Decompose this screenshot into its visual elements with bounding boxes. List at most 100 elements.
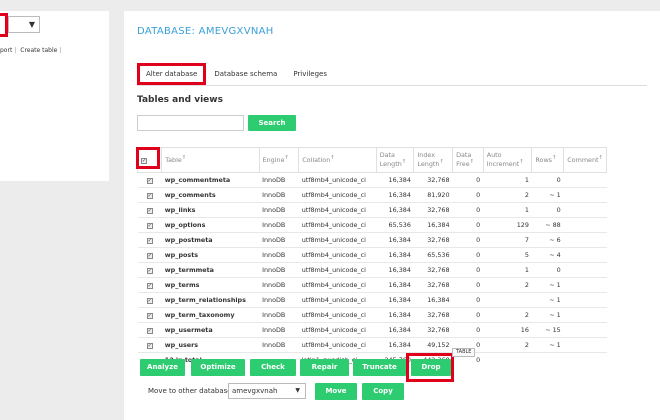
search-input[interactable] [137, 115, 244, 131]
table-row: ✓ wp_usermeta InnoDB utf8mb4_unicode_ci 16,3… [137, 322, 607, 338]
table-name-link[interactable]: wp_posts [161, 247, 260, 263]
optimize-button[interactable]: Optimize [191, 359, 245, 376]
row-checkbox[interactable]: ✓ [146, 283, 153, 289]
cell-data: 16,384 [376, 262, 414, 278]
table-name-link[interactable]: wp_postmeta [161, 232, 260, 248]
row-checkbox-cell[interactable]: ✓ [137, 232, 162, 248]
cell-comment [563, 337, 607, 353]
row-checkbox[interactable]: ✓ [146, 313, 153, 319]
cell-collation: utf8mb4_unicode_ci [298, 232, 377, 248]
cell-rows: ~ 4 [531, 247, 564, 263]
cell-free: 0 [452, 292, 484, 308]
col-header-rows[interactable]: Rows↑ [531, 147, 565, 173]
col-header-index-length[interactable]: Index Length↑ [413, 147, 454, 173]
row-checkbox[interactable]: ✓ [146, 328, 153, 334]
col-header-table[interactable]: Table↑ [161, 147, 260, 173]
row-checkbox[interactable]: ✓ [146, 268, 153, 274]
cell-engine: InnoDB [259, 247, 299, 263]
row-checkbox[interactable]: ✓ [146, 298, 153, 304]
table-name-link[interactable]: wp_options [161, 217, 260, 233]
table-row: ✓ wp_options InnoDB utf8mb4_unicode_ci 65,53… [137, 217, 607, 233]
cell-collation: utf8mb4_unicode_ci [298, 217, 377, 233]
chevron-down-icon: ▼ [295, 387, 300, 394]
table-row: ✓ wp_links InnoDB utf8mb4_unicode_ci 16,384 3… [137, 202, 607, 218]
left-database-select[interactable]: ▼ [8, 16, 40, 33]
row-checkbox-cell[interactable]: ✓ [137, 187, 162, 203]
cell-free: 0 [452, 277, 484, 293]
cell-auto: 129 [483, 217, 532, 233]
cell-data: 16,384 [376, 247, 414, 263]
cell-rows: ~ 1 [531, 337, 564, 353]
cell-engine: InnoDB [259, 217, 299, 233]
table-name-link[interactable]: wp_users [161, 337, 260, 353]
row-checkbox-cell[interactable]: ✓ [137, 277, 162, 293]
row-checkbox-cell[interactable]: ✓ [137, 172, 162, 188]
col-header-collation[interactable]: Collation↑ [298, 147, 377, 173]
import-link[interactable]: port [0, 47, 12, 54]
cell-collation: utf8mb4_unicode_ci [298, 202, 377, 218]
row-checkbox-cell[interactable]: ✓ [137, 202, 162, 218]
cell-free: 0 [452, 307, 484, 323]
table-row: ✓ wp_users InnoDB utf8mb4_unicode_ci 16,384 4… [137, 337, 607, 353]
cell-comment [563, 277, 607, 293]
cell-free: 0 [452, 232, 484, 248]
create-table-link[interactable]: Create table [20, 47, 57, 54]
analyze-button[interactable]: Analyze [140, 359, 185, 376]
cell-index: 49,152 [413, 337, 453, 353]
cell-engine: InnoDB [259, 307, 299, 323]
table-name-link[interactable]: wp_commentmeta [161, 172, 260, 188]
cell-collation: utf8mb4_unicode_ci [298, 172, 377, 188]
move-database-select[interactable]: amevgxvnah ▼ [228, 383, 306, 399]
row-checkbox-cell[interactable]: ✓ [137, 292, 162, 308]
table-name-link[interactable]: wp_comments [161, 187, 260, 203]
cell-index: 32,768 [413, 202, 453, 218]
table-name-link[interactable]: wp_usermeta [161, 322, 260, 338]
row-checkbox-cell[interactable]: ✓ [137, 307, 162, 323]
row-checkbox[interactable]: ✓ [146, 223, 153, 229]
row-checkbox-cell[interactable]: ✓ [137, 247, 162, 263]
cell-free: 0 [452, 247, 484, 263]
row-checkbox-cell[interactable]: ✓ [137, 262, 162, 278]
tab-privileges[interactable]: Privileges [285, 63, 335, 85]
table-row: ✓ wp_terms InnoDB utf8mb4_unicode_ci 16,384 3… [137, 277, 607, 293]
cell-data: 16,384 [376, 292, 414, 308]
truncate-button[interactable]: Truncate [353, 359, 406, 376]
cell-comment [563, 172, 607, 188]
table-name-link[interactable]: wp_term_relationships [161, 292, 260, 308]
row-checkbox[interactable]: ✓ [146, 253, 153, 259]
row-checkbox-cell[interactable]: ✓ [137, 322, 162, 338]
col-header-comment[interactable]: Comment↑ [563, 147, 607, 173]
row-checkbox[interactable]: ✓ [146, 343, 153, 349]
move-select-value: amevgxvnah [232, 387, 278, 395]
table-name-link[interactable]: wp_term_taxonomy [161, 307, 260, 323]
cell-comment [563, 217, 607, 233]
table-name-link[interactable]: wp_terms [161, 277, 260, 293]
move-button[interactable]: Move [315, 383, 357, 400]
copy-button[interactable]: Copy [362, 383, 404, 400]
row-checkbox[interactable]: ✓ [146, 178, 153, 184]
tab-database-schema[interactable]: Database schema [206, 63, 285, 85]
cell-rows: 0 [531, 172, 564, 188]
check-button[interactable]: Check [250, 359, 296, 376]
col-header-auto-increment[interactable]: Auto Increment↑ [482, 147, 533, 173]
cell-comment [563, 322, 607, 338]
table-row: ✓ wp_term_taxonomy InnoDB utf8mb4_unicode_c… [137, 307, 607, 323]
cell-rows: ~ 1 [531, 187, 564, 203]
table-name-link[interactable]: wp_termmeta [161, 262, 260, 278]
row-checkbox-cell[interactable]: ✓ [137, 217, 162, 233]
cell-data: 16,384 [376, 322, 414, 338]
cell-auto: 16 [483, 322, 532, 338]
row-checkbox[interactable]: ✓ [146, 193, 153, 199]
row-checkbox[interactable]: ✓ [146, 238, 153, 244]
tab-alter-database[interactable]: Alter database [137, 63, 207, 85]
col-header-data-free[interactable]: Data Free↑ [452, 147, 484, 173]
row-checkbox[interactable]: ✓ [146, 208, 153, 214]
repair-button[interactable]: Repair [300, 359, 349, 376]
col-header-engine[interactable]: Engine↑ [258, 147, 300, 173]
cell-rows: 0 [531, 262, 564, 278]
col-header-data-length[interactable]: Data Length↑ [375, 147, 415, 173]
cell-collation: utf8mb4_unicode_ci [298, 262, 377, 278]
table-name-link[interactable]: wp_links [161, 202, 260, 218]
search-button[interactable]: Search [248, 115, 296, 131]
row-checkbox-cell[interactable]: ✓ [137, 337, 162, 353]
